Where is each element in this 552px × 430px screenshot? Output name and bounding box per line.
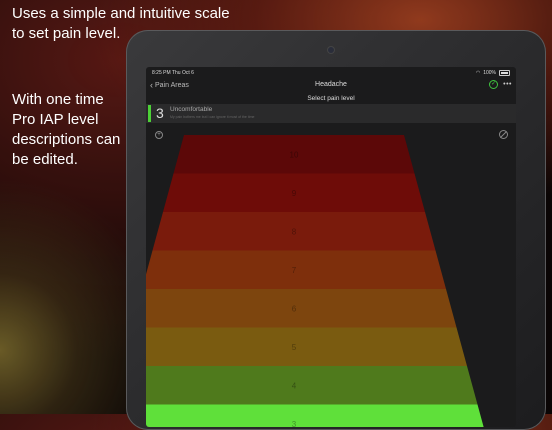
selected-level-name: Uncomfortable: [170, 106, 213, 113]
status-right: ◠ 100%: [476, 70, 510, 76]
promo-caption-pro: With one time Pro IAP level descriptions…: [12, 91, 121, 168]
check-circle-icon[interactable]: ✓: [489, 80, 499, 89]
selected-level-row[interactable]: 3 Uncomfortable My pain bothers me but I…: [146, 104, 516, 123]
section-heading: Select pain level: [307, 95, 355, 102]
pain-level-label-3: 3: [292, 420, 297, 427]
pain-scale: 10 9 8 7 6 5 4 3: [146, 127, 516, 427]
more-icon[interactable]: •••: [503, 81, 512, 88]
selected-level-description: My pain bothers me but I can ignore it m…: [170, 115, 255, 119]
navigation-bar: ‹ Pain Areas Headache ✓ •••: [146, 79, 516, 93]
pain-level-label-6: 6: [292, 304, 297, 313]
pain-level-band-3[interactable]: [146, 404, 488, 428]
pain-level-label-7: 7: [292, 266, 297, 275]
page-title: Headache: [315, 81, 347, 88]
selected-level-accent: [148, 105, 151, 122]
pain-level-band-6[interactable]: [146, 289, 457, 328]
wifi-icon: ◠: [475, 70, 481, 76]
camera-icon: [328, 47, 334, 53]
battery-icon: [499, 70, 510, 76]
pain-level-band-4[interactable]: [146, 366, 478, 405]
selected-level-number: 3: [156, 105, 164, 121]
status-bar: 8:25 PM Thu Oct 6 ◠ 100%: [152, 69, 510, 79]
status-clock: 8:25 PM: [152, 70, 171, 76]
pain-level-label-5: 5: [292, 343, 297, 352]
pain-level-label-4: 4: [292, 381, 297, 390]
status-date: Thu Oct 6: [171, 70, 194, 76]
app-screen: 8:25 PM Thu Oct 6 ◠ 100% ‹ Pain Areas He…: [146, 67, 516, 427]
add-icon[interactable]: +: [155, 131, 163, 139]
tablet-frame: 8:25 PM Thu Oct 6 ◠ 100% ‹ Pain Areas He…: [126, 30, 546, 430]
pain-level-label-8: 8: [292, 227, 297, 236]
nav-actions: ✓ •••: [489, 80, 512, 89]
battery-percent: 100%: [483, 70, 496, 76]
pain-scale-graphic: 10 9 8 7 6 5 4 3: [146, 135, 488, 428]
pain-level-band-5[interactable]: [146, 327, 467, 367]
clear-icon[interactable]: [499, 130, 508, 139]
status-time: 8:25 PM Thu Oct 6: [152, 70, 194, 76]
pain-level-label-10: 10: [290, 150, 299, 159]
pain-level-label-9: 9: [292, 189, 297, 198]
